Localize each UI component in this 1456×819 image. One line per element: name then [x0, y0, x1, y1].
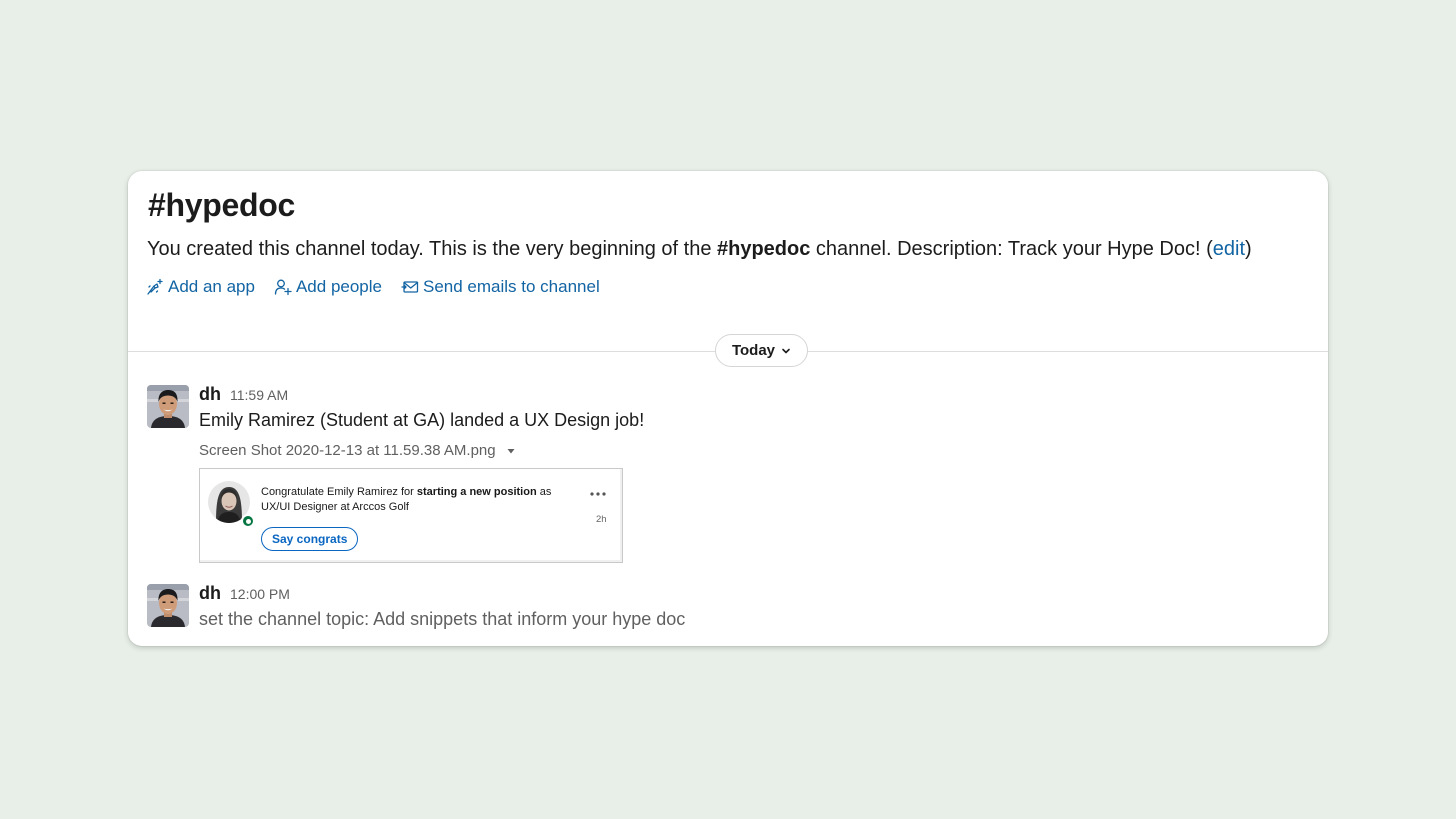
message-text: set the channel topic: Add snippets that…	[199, 609, 686, 629]
edit-description-link[interactable]: edit	[1213, 238, 1245, 260]
file-name: Screen Shot 2020-12-13 at 11.59.38 AM.pn…	[199, 442, 496, 459]
date-divider-button[interactable]: Today	[715, 334, 808, 367]
message-timestamp[interactable]: 12:00 PM	[230, 586, 290, 602]
channel-name: hypedoc	[165, 187, 296, 223]
caret-down-icon[interactable]	[506, 446, 516, 456]
add-app-button[interactable]: Add an app	[146, 275, 255, 299]
email-icon	[401, 281, 419, 293]
preview-timestamp: 2h	[596, 514, 607, 525]
add-person-icon	[274, 279, 292, 296]
chevron-down-icon	[782, 348, 790, 353]
user-avatar-image	[147, 385, 189, 428]
avatar[interactable]	[147, 385, 189, 428]
preview-text-start: Congratulate Emily Ramirez for	[261, 486, 417, 498]
add-app-icon	[147, 278, 163, 295]
send-emails-label: Send emails to channel	[423, 277, 600, 296]
channel-actions: Add an app Add people Send emails to cha…	[146, 275, 600, 299]
more-options-icon[interactable]	[588, 489, 608, 499]
intro-description: channel. Description: Track your Hype Do…	[810, 238, 1213, 260]
message-text: Emily Ramirez (Student at GA) landed a U…	[199, 410, 645, 430]
preview-text-bold: starting a new position	[416, 486, 537, 498]
user-avatar-image	[147, 584, 189, 627]
channel-intro: You created this channel today. This is …	[147, 235, 1317, 263]
message-header: dh 12:00 PM	[199, 583, 290, 604]
add-people-label: Add people	[295, 277, 382, 296]
intro-close-paren: )	[1245, 238, 1252, 260]
add-people-button[interactable]: Add people	[274, 275, 382, 299]
channel-card: #hypedoc You created this channel today.…	[128, 171, 1328, 646]
preview-text: Congratulate Emily Ramirez for starting …	[261, 485, 561, 515]
say-congrats-button[interactable]: Say congrats	[261, 527, 359, 551]
intro-text: You created this channel today. This is …	[147, 238, 717, 260]
date-divider-label: Today	[731, 342, 776, 359]
channel-hash: #	[148, 187, 166, 223]
image-attachment[interactable]: Congratulate Emily Ramirez for starting …	[199, 468, 623, 563]
send-emails-button[interactable]: Send emails to channel	[401, 275, 600, 299]
avatar[interactable]	[147, 584, 189, 627]
intro-channel-name: #hypedoc	[717, 238, 811, 260]
online-status-icon	[241, 514, 255, 528]
file-title[interactable]: Screen Shot 2020-12-13 at 11.59.38 AM.pn…	[199, 442, 516, 459]
message-header: dh 11:59 AM	[199, 384, 288, 405]
message-timestamp[interactable]: 11:59 AM	[230, 387, 288, 403]
message-author[interactable]: dh	[199, 583, 221, 604]
channel-title: #hypedoc	[148, 185, 295, 225]
add-app-label: Add an app	[168, 277, 255, 296]
message-author[interactable]: dh	[199, 384, 221, 405]
